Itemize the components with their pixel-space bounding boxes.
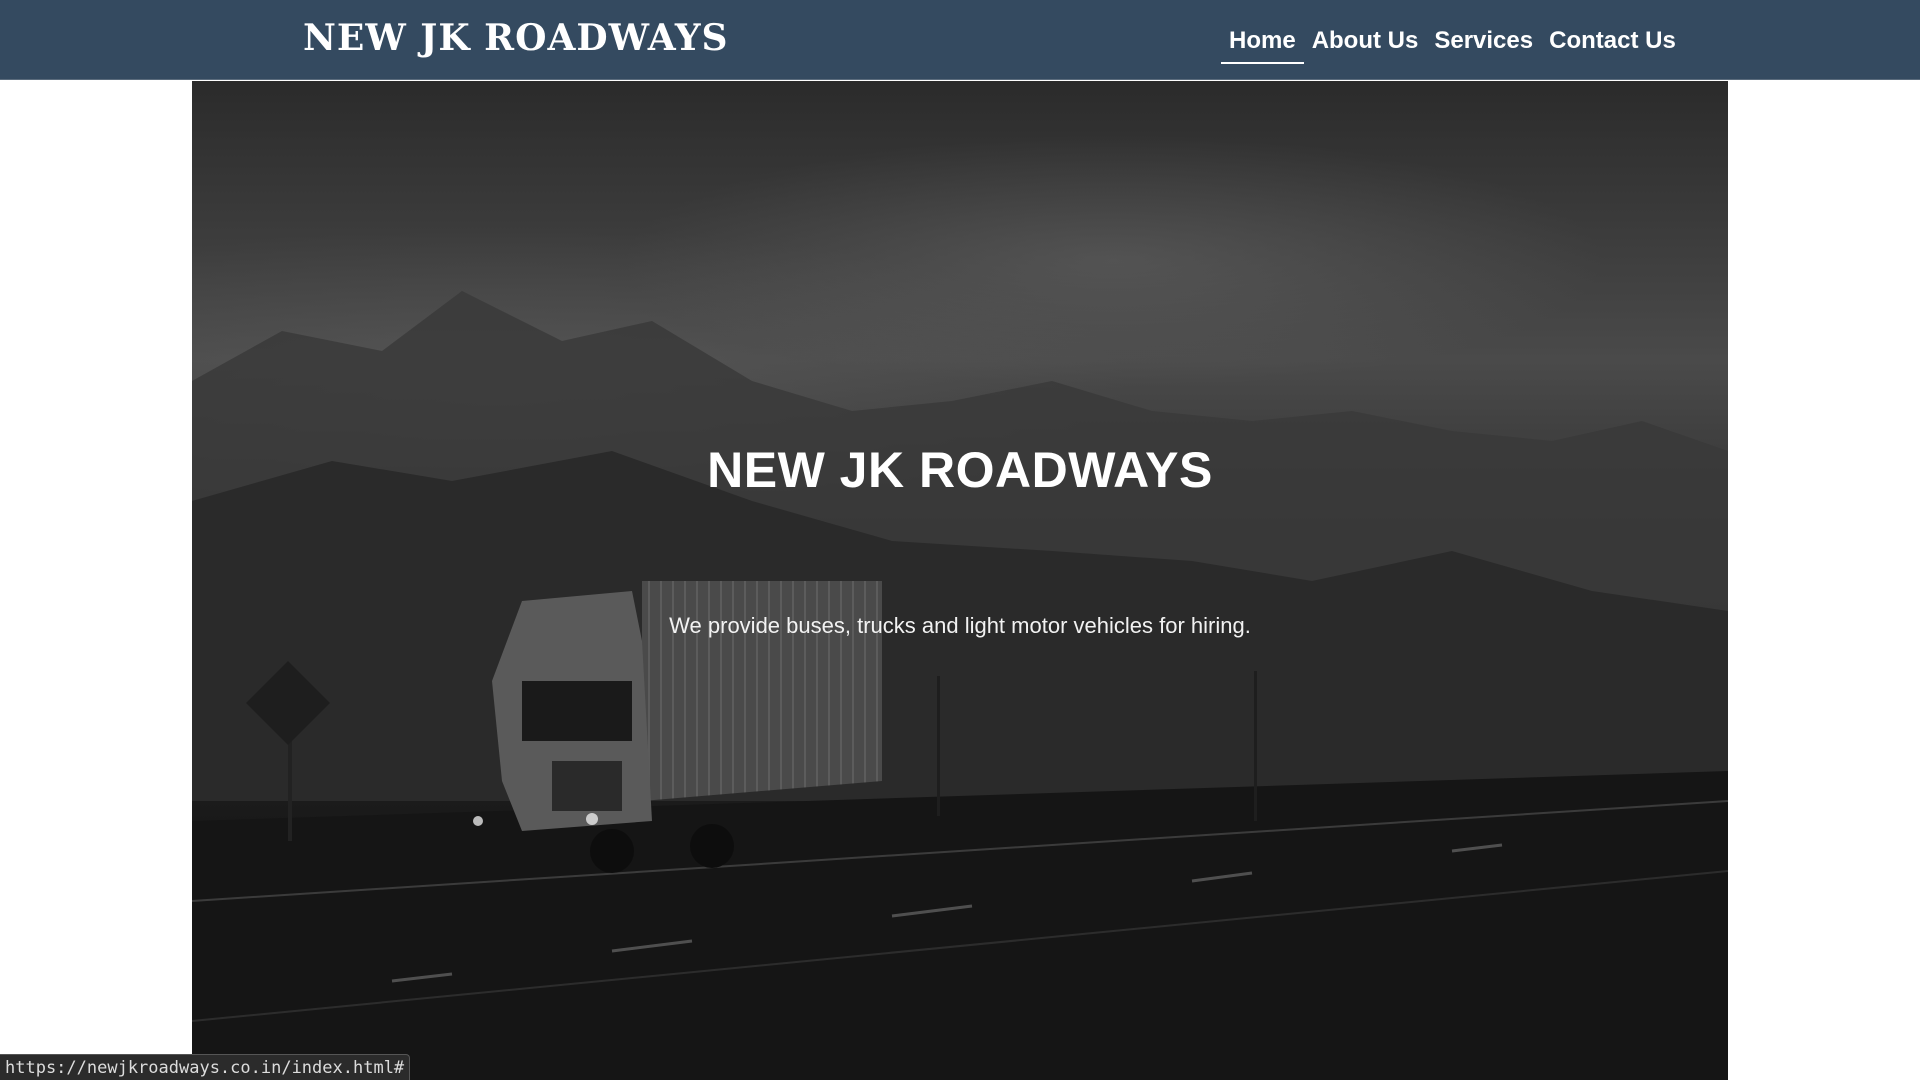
nav-contact-link[interactable]: Contact Us [1541, 0, 1684, 80]
nav-services-link[interactable]: Services [1426, 0, 1541, 80]
nav-home-link[interactable]: Home [1221, 0, 1304, 80]
hero-banner: NEW JK ROADWAYS We provide buses, trucks… [192, 81, 1728, 1080]
status-bar-url: https://newjkroadways.co.in/index.html# [0, 1054, 411, 1080]
hero-subtitle: We provide buses, trucks and light motor… [669, 613, 1251, 638]
nav-about-link[interactable]: About Us [1304, 0, 1427, 80]
hero-background-image [192, 291, 1728, 1080]
brand-logo-link[interactable]: NEW JK ROADWAYS [303, 17, 729, 59]
hero-title: NEW JK ROADWAYS [707, 442, 1213, 498]
top-navbar: NEW JK ROADWAYS Home About Us Services C… [0, 0, 1920, 80]
main-nav: Home About Us Services Contact Us [1221, 0, 1684, 80]
